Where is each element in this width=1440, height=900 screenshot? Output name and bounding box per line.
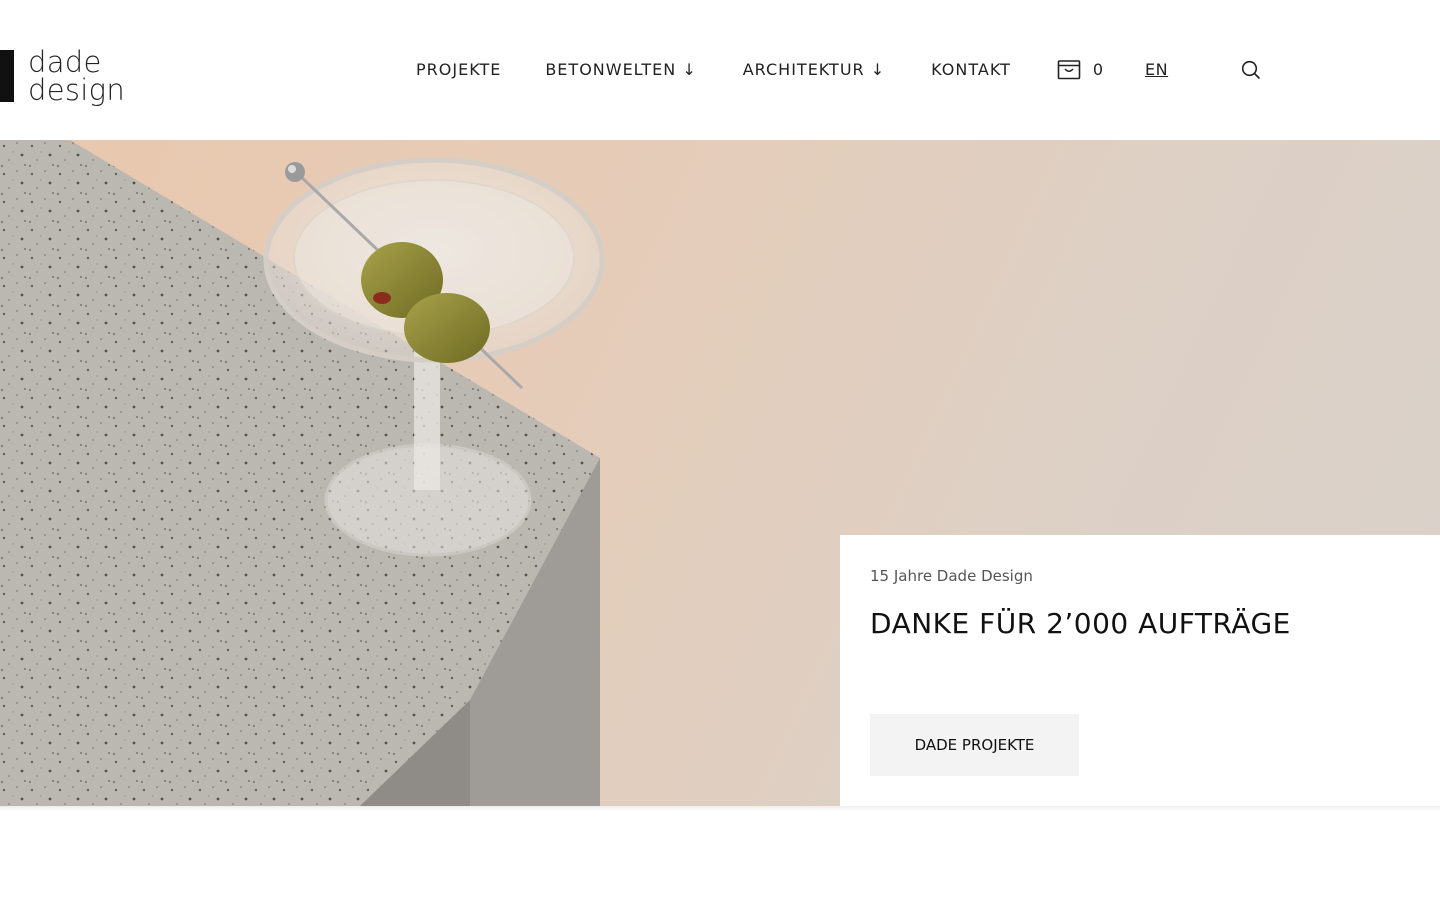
hero-title: DANKE FÜR 2’000 AUFTRÄGE (870, 607, 1291, 640)
hero-kicker: 15 Jahre Dade Design (870, 567, 1033, 585)
logo-line-2: design (28, 73, 125, 107)
logo-mark (0, 50, 14, 102)
shopping-bag-icon (1057, 60, 1081, 80)
logo-line-1: dade (28, 45, 102, 79)
hero-card: 15 Jahre Dade Design DANKE FÜR 2’000 AUF… (840, 535, 1440, 806)
logo-wordmark: dade design (28, 45, 125, 107)
dade-design-logo[interactable]: dade design (0, 45, 125, 107)
language-switch[interactable]: EN (1145, 60, 1168, 79)
nav-projekte[interactable]: PROJEKTE (416, 60, 501, 79)
search-icon (1241, 60, 1261, 80)
nav-architektur[interactable]: ARCHITEKTUR ↓ (743, 60, 885, 79)
site-header: dade design PROJEKTE BETONWELTEN ↓ ARCHI… (0, 0, 1440, 140)
cart-count: 0 (1092, 59, 1104, 79)
hero-bottom-shadow (0, 806, 1440, 812)
main-nav: PROJEKTE BETONWELTEN ↓ ARCHITEKTUR ↓ KON… (416, 58, 1168, 80)
nav-betonwelten[interactable]: BETONWELTEN ↓ (545, 60, 696, 79)
dade-projekte-button[interactable]: DADE PROJEKTE (870, 714, 1079, 776)
nav-kontakt[interactable]: KONTAKT (931, 60, 1011, 79)
search-button[interactable] (1241, 60, 1261, 80)
cart-button[interactable]: 0 (1057, 58, 1103, 80)
